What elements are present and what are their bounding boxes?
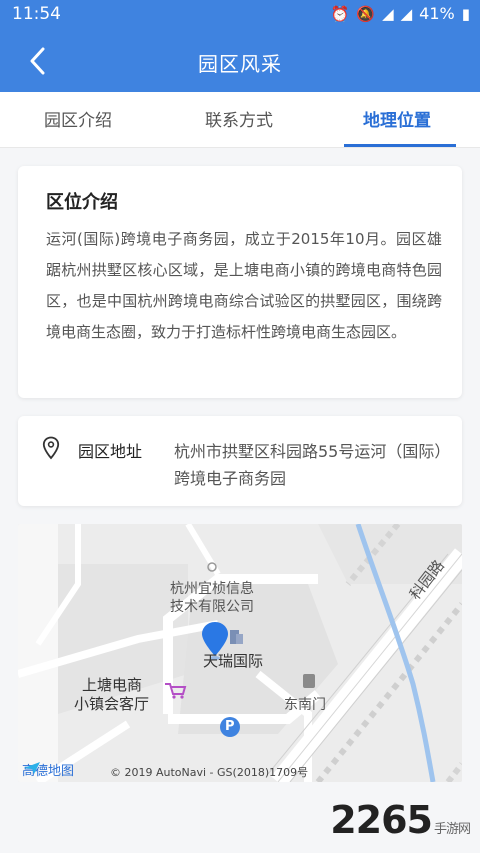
status-bar: 11:54 ⏰ 🔕 ◢ ◢ 41% ▮ [0,0,480,30]
map-logo: 高德地图 [22,760,74,779]
amap-logo-icon [24,762,40,774]
map-poi-southeast-gate: 东南门 [284,697,326,713]
address-value: 杭州市拱墅区科园路55号运河（国际）跨境电子商务园 [174,442,443,488]
map-view[interactable]: 杭州宜桢信息 技术有限公司 天瑞国际 上塘电商 小镇会客厅 东南门 科园路 P … [18,524,462,782]
address-card: 园区地址 杭州市拱墅区科园路55号运河（国际）跨境电子商务园 [18,416,462,506]
tab-bar: 园区介绍 联系方式 地理位置 [0,92,480,148]
tab-contact[interactable]: 联系方式 [205,106,273,131]
map-poi-shangtang: 上塘电商 [82,676,143,694]
status-time: 11:54 [12,4,61,24]
map-copyright: © 2019 AutoNavi - GS(2018)1709号 [110,766,309,779]
map-poi-shangtang-line2: 小镇会客厅 [74,695,150,713]
page-title: 园区风采 [198,52,282,76]
location-pin-icon [42,436,60,460]
map-poi-company: 杭州宜桢信息 [170,581,254,597]
map-poi-company-line2: 技术有限公司 [170,599,254,615]
status-icons: ⏰ 🔕 ◢ ◢ 41% ▮ [331,4,470,24]
site-watermark: 2265 手游网 [330,798,471,842]
battery-level: 41% [419,4,455,23]
alarm-icon: ⏰ [330,5,350,23]
intro-text: 运河(国际)跨境电子商务园，成立于2015年10月。园区雄踞杭州拱墅区核心区域，… [46,230,442,341]
parking-icon: P [225,719,235,734]
signal-4g-icon: ◢ [400,5,413,23]
watermark-sub: 手游网 [433,822,471,837]
tab-location[interactable]: 地理位置 [363,106,431,131]
map-poi-tianrui: 天瑞国际 [203,652,264,670]
address-label: 园区地址 [78,442,143,461]
intro-title: 区位介绍 [46,192,118,213]
signal-icon: ◢ [382,5,394,23]
battery-icon: ▮ [461,5,470,23]
tab-indicator [344,144,456,147]
watermark-number: 2265 [330,798,433,842]
location-intro-card: 区位介绍 运河(国际)跨境电子商务园，成立于2015年10月。园区雄踞杭州拱墅区… [18,166,462,398]
app-header: 园区风采 [0,30,480,92]
tab-park-intro[interactable]: 园区介绍 [44,106,112,131]
mute-icon: 🔕 [356,5,376,23]
